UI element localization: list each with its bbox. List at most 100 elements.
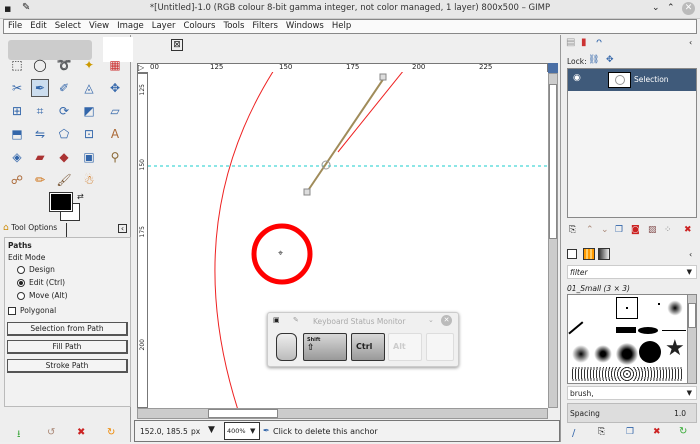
mypaint-tool[interactable]: ☃ — [80, 171, 98, 189]
menu-file[interactable]: File — [4, 20, 26, 32]
rect-select-tool[interactable]: ⬚ — [8, 56, 26, 74]
smudge-tool[interactable]: ☍ — [8, 171, 26, 189]
edit-brush-icon[interactable]: / — [572, 428, 575, 439]
brush-grid[interactable]: ★ — [567, 294, 697, 384]
refresh-brushes-icon[interactable]: ↻ — [679, 426, 687, 437]
restore-options-icon[interactable]: ↺ — [47, 427, 55, 438]
visibility-eye-icon[interactable]: ◉ — [573, 73, 581, 83]
menu-view[interactable]: View — [85, 20, 113, 32]
bucket-fill-tool[interactable]: ◈ — [8, 148, 26, 166]
paths-tool[interactable]: ✒ — [31, 79, 49, 97]
swap-colors-icon[interactable]: ⇄ — [77, 192, 84, 201]
new-path-icon[interactable]: ⎘ — [569, 225, 576, 235]
flip-tool[interactable]: ⇋ — [31, 125, 49, 143]
delete-options-icon[interactable]: ✖ — [77, 427, 85, 438]
lock-path-icon[interactable]: ⛓ — [588, 55, 599, 65]
delete-brush-icon[interactable]: ✖ — [653, 427, 661, 437]
pencil-tool[interactable]: ✏ — [31, 171, 49, 189]
vertical-scrollbar[interactable] — [548, 73, 558, 408]
unit-dropdown-icon[interactable]: ▼ — [208, 425, 215, 435]
raise-path-icon[interactable]: ⌃ — [586, 225, 594, 235]
menu-windows[interactable]: Windows — [282, 20, 328, 32]
airbrush-tool[interactable]: ▣ — [80, 148, 98, 166]
spacing-slider[interactable]: Spacing 1.0 — [567, 403, 697, 423]
fuzzy-select-tool[interactable]: ✦ — [80, 56, 98, 74]
collapse-icon[interactable]: ⌄ — [428, 316, 434, 324]
lock-position-icon[interactable]: ✥ — [606, 55, 614, 65]
maximize-button[interactable]: ⌃ — [667, 3, 675, 13]
warp-tool[interactable]: ⊡ — [80, 125, 98, 143]
perspective-tool[interactable]: ⬒ — [8, 125, 26, 143]
horizontal-scrollbar[interactable] — [137, 408, 548, 419]
tab-brushes[interactable] — [567, 249, 577, 259]
rotate-tool[interactable]: ⟳ — [55, 102, 73, 120]
eraser-tool[interactable]: ◆ — [55, 148, 73, 166]
color-select-tool[interactable]: ▦ — [106, 56, 124, 74]
tab-gradients[interactable] — [598, 248, 610, 260]
pin-icon[interactable]: ✎ — [293, 316, 299, 324]
duplicate-path-icon[interactable]: ❐ — [615, 225, 623, 235]
menu-help[interactable]: Help — [328, 20, 355, 32]
brush-filter-input[interactable]: filter ▼ — [567, 265, 697, 279]
zoom-select[interactable]: 400% ▼ — [224, 422, 260, 440]
lower-path-icon[interactable]: ⌄ — [601, 225, 609, 235]
menu-filters[interactable]: Filters — [248, 20, 281, 32]
paintbrush-tool[interactable]: 🖌 — [55, 171, 73, 189]
menu-image[interactable]: Image — [113, 20, 148, 32]
reset-options-icon[interactable]: ↻ — [107, 427, 115, 438]
panel-menu-icon[interactable]: ‹ — [118, 224, 127, 233]
menu-colours[interactable]: Colours — [179, 20, 219, 32]
paint-path-icon[interactable]: ⁘ — [664, 225, 672, 235]
menu-layer[interactable]: Layer — [148, 20, 180, 32]
foreground-color[interactable] — [49, 192, 73, 212]
tab-patterns[interactable] — [583, 248, 595, 260]
shear-tool[interactable]: ▱ — [106, 102, 124, 120]
radio-edit[interactable] — [17, 279, 25, 287]
clone-tool[interactable]: ⚲ — [106, 148, 124, 166]
delete-path-icon[interactable]: ✖ — [684, 225, 692, 235]
menu-select[interactable]: Select — [51, 20, 85, 32]
close-monitor-button[interactable]: ✕ — [441, 315, 452, 326]
dock-menu-icon[interactable]: ‹ — [689, 38, 692, 47]
radio-design[interactable] — [17, 266, 25, 274]
new-brush-icon[interactable]: ⎘ — [598, 427, 605, 437]
selection-from-path-button[interactable]: Selection from Path — [7, 322, 128, 336]
crop-tool[interactable]: ⌗ — [31, 102, 49, 120]
scissors-tool[interactable]: ✂ — [8, 79, 26, 97]
color-picker-tool[interactable]: ✐ — [55, 79, 73, 97]
move-tool[interactable]: ✥ — [106, 79, 124, 97]
text-tool[interactable]: A — [106, 125, 124, 143]
path-to-selection-icon[interactable]: ◙ — [631, 225, 640, 235]
brush-tag-input[interactable]: brush, ▼ — [567, 386, 697, 400]
selection-to-path-icon[interactable]: ▨ — [648, 225, 657, 235]
handle-bottom — [303, 188, 311, 196]
polygonal-checkbox[interactable] — [8, 307, 16, 315]
free-select-tool[interactable]: ➰ — [55, 56, 73, 74]
path-item-selection[interactable]: ◉ Selection — [568, 69, 696, 91]
fill-path-button[interactable]: Fill Path — [7, 340, 128, 354]
duplicate-brush-icon[interactable]: ❐ — [626, 427, 634, 437]
measure-tool[interactable]: ◬ — [80, 79, 98, 97]
unit-select[interactable]: px — [191, 427, 200, 436]
close-image-button[interactable]: ⊠ — [171, 39, 183, 51]
save-options-icon[interactable]: ⭳ — [17, 427, 21, 444]
stroke-path-button[interactable]: Stroke Path — [7, 359, 128, 373]
radio-move[interactable] — [17, 292, 25, 300]
cage-tool[interactable]: ⬠ — [55, 125, 73, 143]
tab-paths[interactable]: ᴖ — [596, 37, 602, 48]
ellipse-select-tool[interactable]: ◯ — [31, 56, 49, 74]
navigate-button[interactable] — [548, 63, 558, 73]
menu-tools[interactable]: Tools — [219, 20, 248, 32]
tab-channels[interactable]: ▮ — [581, 37, 587, 48]
quick-mask-toggle[interactable]: ▷ — [138, 63, 144, 72]
brush-menu-icon[interactable]: ‹ — [689, 250, 692, 259]
brush-scrollbar[interactable] — [687, 294, 697, 384]
tab-tool-options[interactable]: ⌂ Tool Options — [3, 223, 67, 237]
blend-tool[interactable]: ▰ — [31, 148, 49, 166]
scale-tool[interactable]: ◩ — [80, 102, 98, 120]
minimize-button[interactable]: ⌄ — [652, 3, 660, 13]
close-button[interactable]: ✕ — [682, 2, 695, 15]
menu-edit[interactable]: Edit — [26, 20, 50, 32]
tab-layers[interactable]: ▤ — [566, 37, 575, 48]
align-tool[interactable]: ⊞ — [8, 102, 26, 120]
